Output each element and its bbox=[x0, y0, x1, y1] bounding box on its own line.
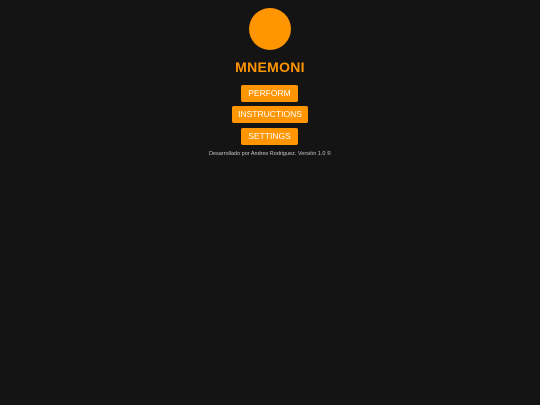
home-screen: MNEMONI PERFORM INSTRUCTIONS SETTINGS De… bbox=[0, 0, 540, 405]
instructions-button[interactable]: INSTRUCTIONS bbox=[232, 106, 308, 123]
app-logo bbox=[249, 8, 291, 50]
perform-button[interactable]: PERFORM bbox=[241, 85, 298, 102]
footer-credit: Desarrollado por Andres Rodriguez. Versi… bbox=[208, 151, 332, 157]
app-title: MNEMONI bbox=[235, 59, 305, 75]
settings-button[interactable]: SETTINGS bbox=[241, 128, 298, 145]
